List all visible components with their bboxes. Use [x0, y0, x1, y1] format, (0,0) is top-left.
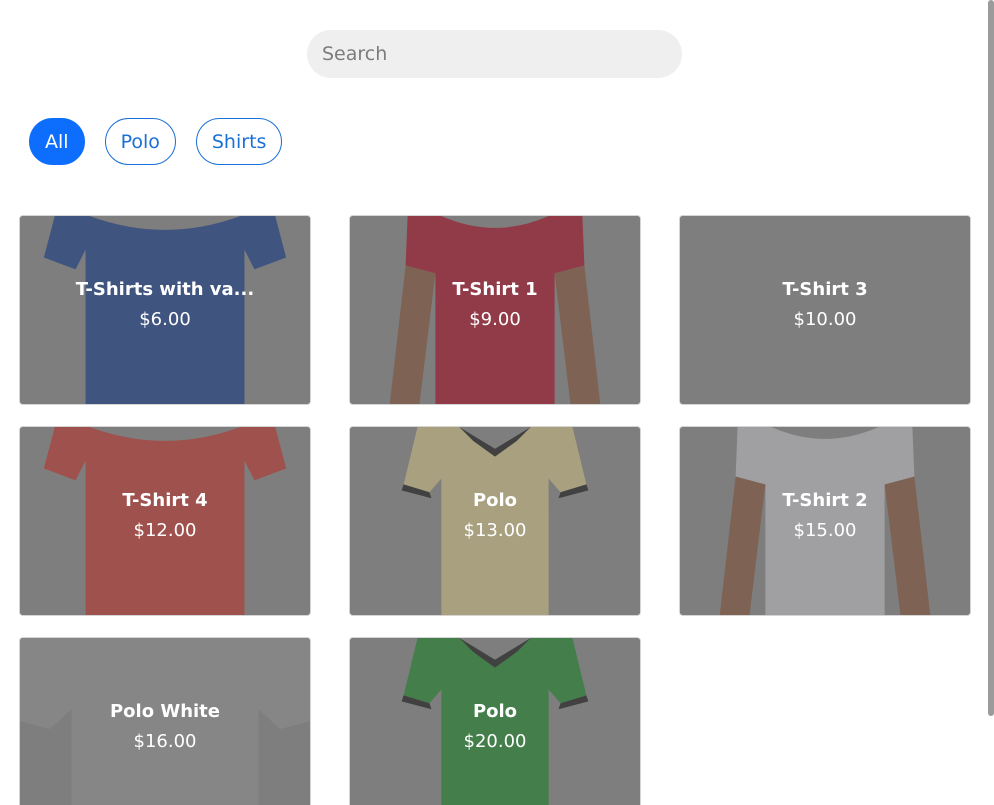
product-info: T-Shirt 4 $12.00 — [20, 490, 310, 541]
product-price: $10.00 — [793, 309, 857, 330]
product-price: $15.00 — [793, 520, 857, 541]
product-info: Polo $20.00 — [350, 701, 640, 752]
product-info: Polo White $16.00 — [20, 701, 310, 752]
product-card[interactable]: T-Shirt 3 $10.00 — [679, 215, 971, 405]
product-name: T-Shirt 1 — [452, 279, 538, 300]
filter-shirts-button[interactable]: Shirts — [195, 118, 283, 165]
product-info: T-Shirts with va... $6.00 — [20, 279, 310, 330]
search-bar — [307, 30, 682, 78]
product-name: T-Shirt 4 — [122, 490, 208, 511]
product-info: T-Shirt 3 $10.00 — [680, 279, 970, 330]
product-card[interactable]: T-Shirt 2 $15.00 — [679, 426, 971, 616]
product-price: $20.00 — [463, 731, 527, 752]
product-name: T-Shirt 2 — [782, 490, 868, 511]
product-price: $6.00 — [139, 309, 191, 330]
product-grid: T-Shirts with va... $6.00 T-Shirt 1 $9.0… — [19, 215, 971, 805]
product-name: Polo — [472, 701, 518, 722]
product-card[interactable]: Polo $20.00 — [349, 637, 641, 805]
filter-polo-button[interactable]: Polo — [104, 118, 176, 165]
product-card[interactable]: T-Shirts with va... $6.00 — [19, 215, 311, 405]
product-name: T-Shirt 3 — [782, 279, 868, 300]
product-price: $12.00 — [133, 520, 197, 541]
product-card[interactable]: T-Shirt 4 $12.00 — [19, 426, 311, 616]
product-card[interactable]: Polo White $16.00 — [19, 637, 311, 805]
category-filters: All Polo Shirts — [29, 118, 283, 165]
search-input[interactable] — [307, 30, 682, 78]
product-name: T-Shirts with va... — [75, 279, 255, 300]
product-name: Polo White — [109, 701, 220, 722]
product-info: T-Shirt 1 $9.00 — [350, 279, 640, 330]
product-info: Polo $13.00 — [350, 490, 640, 541]
product-card[interactable]: T-Shirt 1 $9.00 — [349, 215, 641, 405]
filter-all-button[interactable]: All — [29, 118, 85, 165]
product-name: Polo — [472, 490, 518, 511]
product-price: $9.00 — [469, 309, 521, 330]
product-price: $16.00 — [133, 731, 197, 752]
vertical-scrollbar[interactable] — [988, 0, 994, 716]
product-card[interactable]: Polo $13.00 — [349, 426, 641, 616]
product-info: T-Shirt 2 $15.00 — [680, 490, 970, 541]
product-price: $13.00 — [463, 520, 527, 541]
